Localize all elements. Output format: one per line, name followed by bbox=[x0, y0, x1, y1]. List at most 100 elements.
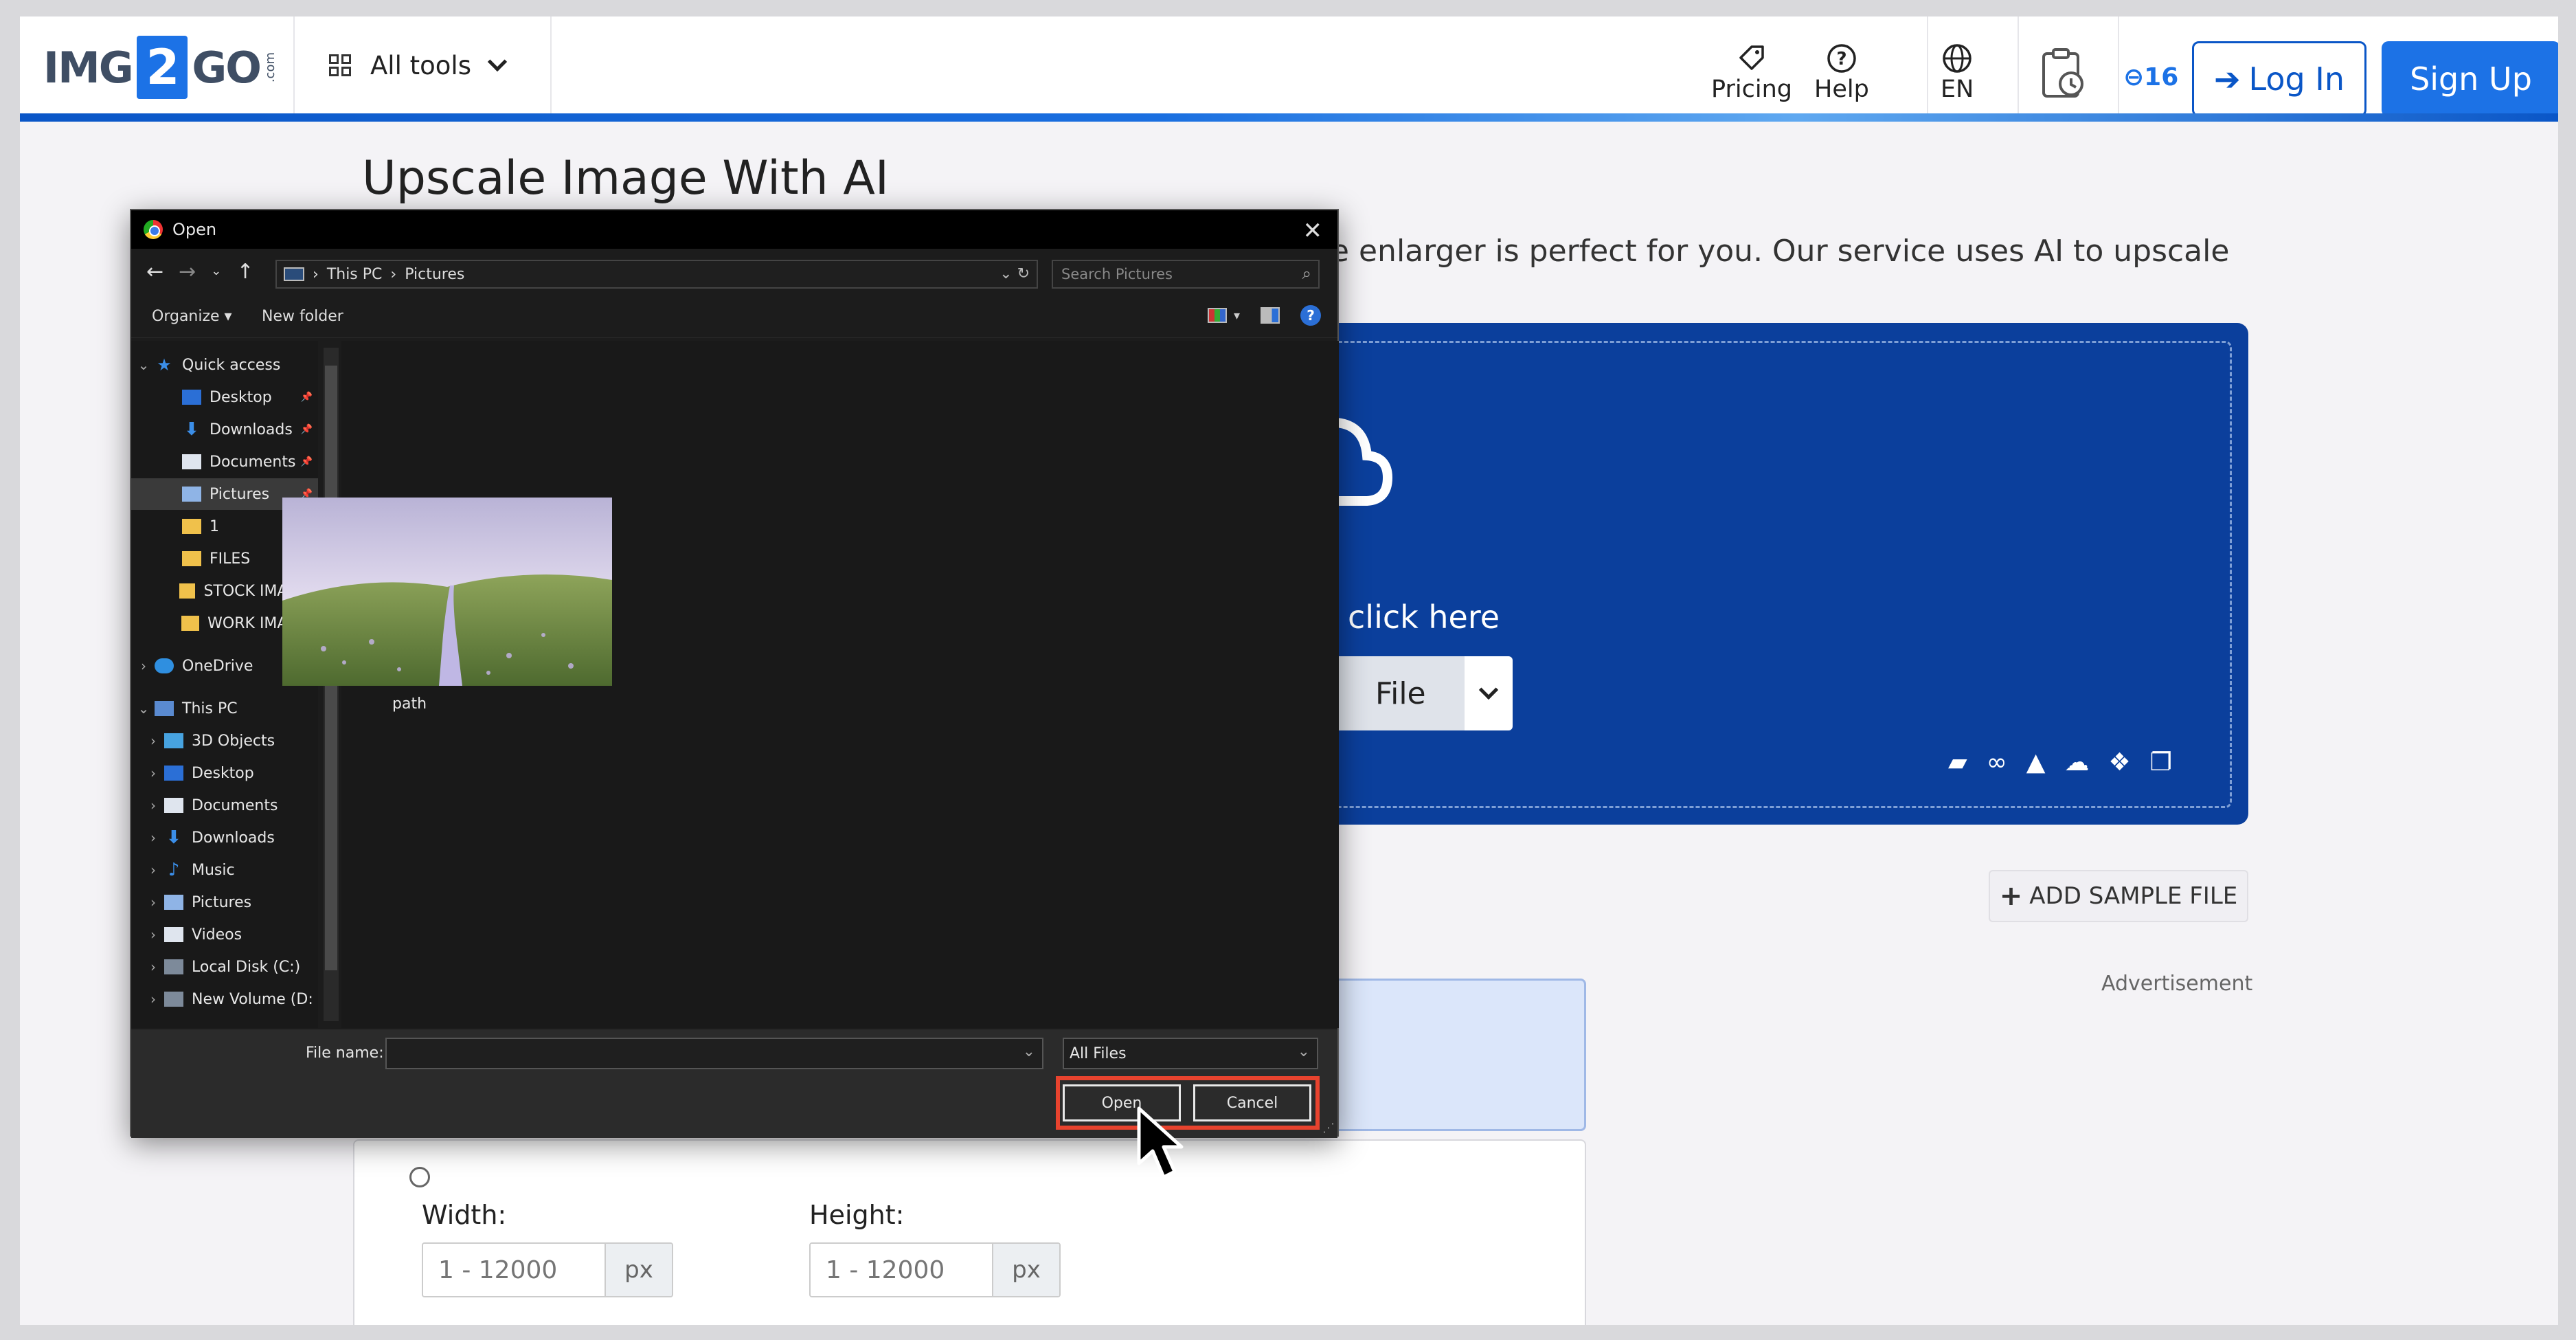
nav-item[interactable]: › Documents bbox=[131, 790, 318, 821]
disk-icon bbox=[164, 992, 183, 1007]
search-field[interactable]: Search Pictures ⌕ bbox=[1052, 260, 1320, 289]
dropbox-icon[interactable]: ❖ bbox=[2108, 748, 2130, 777]
nav-item[interactable]: ⌄ ★ Quick access bbox=[131, 349, 318, 381]
expand-chevron-icon[interactable]: › bbox=[146, 926, 160, 943]
dialog-titlebar[interactable]: Open ✕ bbox=[131, 210, 1337, 249]
expand-chevron-icon[interactable]: › bbox=[137, 658, 150, 674]
expand-chevron-icon[interactable]: › bbox=[146, 991, 160, 1007]
up-arrow-icon[interactable]: ↑ bbox=[236, 260, 253, 284]
breadcrumb-pictures[interactable]: Pictures bbox=[405, 266, 464, 283]
credits-counter[interactable]: ⊖16 bbox=[2123, 63, 2178, 91]
width-label: Width: bbox=[422, 1200, 507, 1230]
logo-suffix: GO bbox=[192, 42, 262, 93]
forward-arrow-icon[interactable]: → bbox=[179, 260, 196, 284]
resize-grip-icon[interactable]: ⋰ bbox=[1322, 1121, 1335, 1135]
login-button[interactable]: ➔ Log In bbox=[2192, 41, 2366, 117]
refresh-icon[interactable]: ↻ bbox=[1017, 265, 1030, 282]
custom-size-radio[interactable] bbox=[409, 1167, 430, 1187]
nav-item[interactable]: ⌄ This PC bbox=[131, 693, 318, 724]
nav-item-label: Pictures bbox=[192, 893, 252, 911]
nav-item[interactable]: › Videos bbox=[131, 919, 318, 950]
history-button[interactable] bbox=[2040, 48, 2088, 98]
change-view-icon[interactable] bbox=[1207, 308, 1227, 323]
nav-item[interactable]: Desktop 📌 bbox=[131, 381, 318, 413]
width-field: px bbox=[422, 1242, 673, 1297]
expand-chevron-icon[interactable]: › bbox=[146, 894, 160, 911]
folder-icon[interactable]: ▰ bbox=[1948, 748, 1967, 777]
breadcrumb-sep: › bbox=[313, 265, 319, 283]
nav-item-label: Local Disk (C:) bbox=[192, 958, 301, 976]
new-folder-button[interactable]: New folder bbox=[262, 308, 343, 325]
nav-item-label: Desktop bbox=[192, 764, 254, 782]
file-thumbnail[interactable] bbox=[282, 498, 612, 686]
logo[interactable]: IMG 2 GO .com bbox=[43, 33, 278, 102]
custom-size-option: Width: px Height: px bbox=[353, 1139, 1586, 1325]
nav-item[interactable]: › 3D Objects bbox=[131, 725, 318, 757]
recent-dropdown-icon[interactable]: ⌄ bbox=[211, 260, 221, 284]
nav-item-label: 1 bbox=[210, 517, 219, 535]
address-bar[interactable]: › This PC › Pictures ⌄ ↻ bbox=[275, 260, 1038, 289]
expand-chevron-icon[interactable]: › bbox=[146, 797, 160, 814]
choose-source-dropdown[interactable] bbox=[1465, 656, 1513, 730]
add-sample-file-button[interactable]: + ADD SAMPLE FILE bbox=[1989, 870, 2248, 922]
clipboard-icon[interactable]: ❐ bbox=[2150, 748, 2172, 777]
nav-item-label: Pictures bbox=[210, 485, 270, 503]
expand-chevron-icon[interactable]: › bbox=[146, 733, 160, 749]
search-placeholder: Search Pictures bbox=[1061, 266, 1173, 282]
signup-button[interactable]: Sign Up bbox=[2382, 41, 2558, 117]
breadcrumb-this-pc[interactable]: This PC bbox=[327, 266, 383, 283]
expand-chevron-icon[interactable]: ⌄ bbox=[137, 700, 150, 717]
nav-item[interactable]: › New Volume (D: bbox=[131, 983, 318, 1015]
nav-item[interactable]: › Desktop bbox=[131, 757, 318, 789]
nav-item-label: Music bbox=[192, 861, 235, 879]
cancel-button[interactable]: Cancel bbox=[1193, 1084, 1311, 1121]
dropzone-border: click here File ▰ ∞ ▲ ☁ ❖ ❐ bbox=[1201, 341, 2232, 808]
nav-item-label: Desktop bbox=[210, 388, 272, 406]
chevron-down-icon[interactable]: ⌄ bbox=[1023, 1043, 1035, 1060]
expand-chevron-icon[interactable]: › bbox=[146, 862, 160, 878]
expand-chevron-icon[interactable]: › bbox=[146, 765, 160, 781]
nav-item[interactable]: ⬇ Downloads 📌 bbox=[131, 414, 318, 445]
close-icon[interactable]: ✕ bbox=[1303, 217, 1323, 245]
expand-chevron-icon[interactable]: › bbox=[146, 829, 160, 846]
upload-dropzone[interactable]: click here File ▰ ∞ ▲ ☁ ❖ ❐ bbox=[1188, 323, 2248, 825]
google-drive-icon[interactable]: ▲ bbox=[2026, 748, 2046, 777]
language-selector[interactable]: EN bbox=[1941, 43, 1974, 103]
all-tools-label: All tools bbox=[370, 50, 471, 80]
all-tools-menu[interactable]: All tools bbox=[329, 41, 508, 89]
nav-item-label: Downloads bbox=[192, 829, 275, 847]
nav-item[interactable]: › ⬇ Downloads bbox=[131, 822, 318, 853]
nav-item[interactable]: › Pictures bbox=[131, 886, 318, 918]
chevron-down-icon[interactable]: ▾ bbox=[1234, 309, 1240, 323]
nav-item[interactable]: Documents 📌 bbox=[131, 446, 318, 478]
star-icon: ★ bbox=[157, 355, 172, 375]
help-link[interactable]: ? Help bbox=[1814, 43, 1869, 103]
clipboard-clock-icon bbox=[2040, 48, 2088, 98]
preview-pane-icon[interactable] bbox=[1261, 307, 1280, 324]
logo-two: 2 bbox=[136, 36, 188, 99]
chevron-down-icon[interactable]: ⌄ bbox=[999, 265, 1012, 282]
height-input[interactable] bbox=[811, 1244, 992, 1296]
width-input[interactable] bbox=[423, 1244, 605, 1296]
svg-text:?: ? bbox=[1836, 49, 1846, 69]
pricing-link[interactable]: Pricing bbox=[1711, 43, 1792, 103]
drop-instruction: click here bbox=[1348, 599, 1500, 636]
logo-dotcom: .com bbox=[262, 52, 278, 83]
file-name-input[interactable]: ⌄ bbox=[385, 1038, 1043, 1069]
expand-chevron-icon[interactable]: › bbox=[146, 959, 160, 975]
chrome-icon bbox=[144, 220, 163, 239]
browser-viewport: IMG 2 GO .com All tools Pricing ? Help E… bbox=[20, 16, 2558, 1325]
link-icon[interactable]: ∞ bbox=[1987, 748, 2007, 777]
help-icon[interactable]: ? bbox=[1300, 305, 1321, 326]
organize-menu[interactable]: Organize ▾ bbox=[152, 308, 232, 325]
back-arrow-icon[interactable]: ← bbox=[146, 260, 163, 284]
expand-chevron-icon[interactable]: ⌄ bbox=[137, 357, 150, 373]
nav-item[interactable]: › ♪ Music bbox=[131, 854, 318, 886]
nav-item[interactable]: › Local Disk (C:) bbox=[131, 951, 318, 983]
add-sample-label: ADD SAMPLE FILE bbox=[2029, 882, 2238, 910]
file-type-select[interactable]: All Files ⌄ bbox=[1063, 1038, 1318, 1069]
choose-file-button[interactable]: File bbox=[1327, 656, 1465, 730]
nav-item-label: Documents bbox=[192, 796, 278, 814]
file-name-label[interactable]: path bbox=[392, 695, 427, 713]
onedrive-icon[interactable]: ☁ bbox=[2064, 748, 2089, 777]
